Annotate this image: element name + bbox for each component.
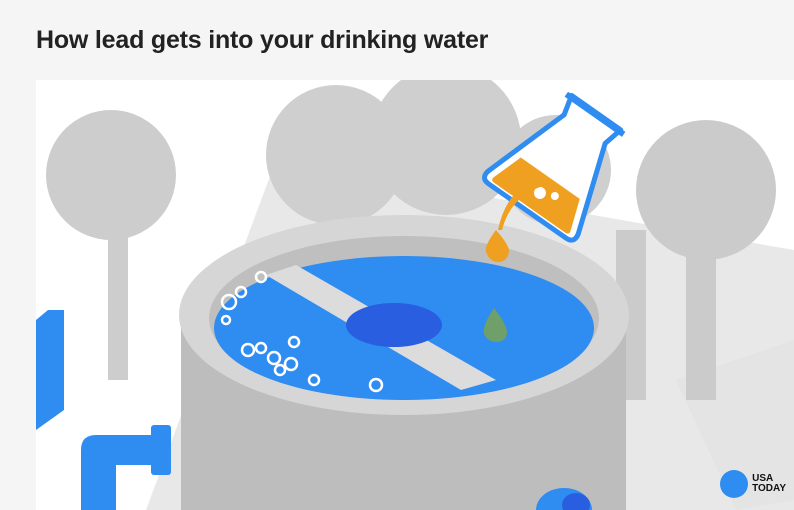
logo-text-line2: TODAY [752, 483, 786, 494]
drain-center [346, 303, 442, 347]
pipe-left-edge [36, 310, 64, 430]
usa-today-logo: USA TODAY [720, 470, 786, 498]
page-title: How lead gets into your drinking water [36, 26, 489, 54]
video-player[interactable]: USA TODAY [36, 80, 794, 510]
pipe-joint [151, 425, 171, 475]
lead-water-illustration [36, 80, 794, 510]
usa-today-dot-icon [720, 470, 749, 498]
